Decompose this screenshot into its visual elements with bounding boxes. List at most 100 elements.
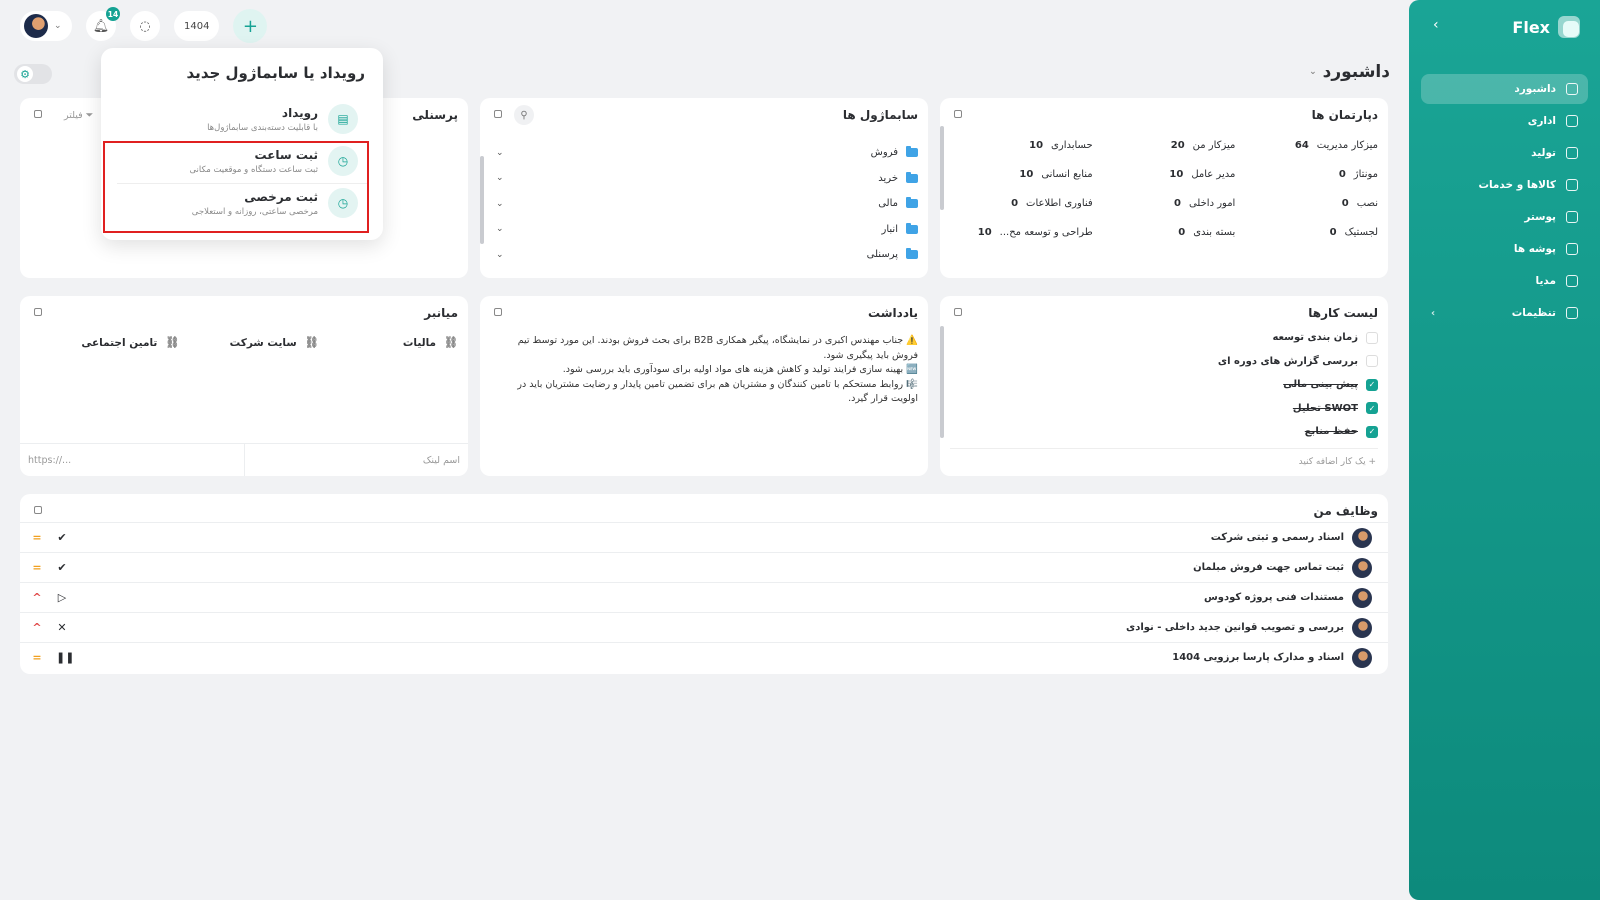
sidebar-item-media[interactable]: مدیا <box>1421 266 1588 296</box>
task-checkbox[interactable]: ✓ <box>1366 378 1378 391</box>
task-item[interactable]: زمان بندی توسعه <box>950 326 1378 350</box>
link-url-input[interactable]: https://... <box>20 444 244 476</box>
task-item[interactable]: ✓ تحلیل SWOT <box>950 397 1378 421</box>
status-icon[interactable]: ▷ <box>56 591 68 604</box>
shortcut-link[interactable]: ⛓ مالیات <box>319 336 458 349</box>
filter-button[interactable]: فیلتر ⏷ <box>64 110 93 121</box>
task-checkbox[interactable]: ✓ <box>1366 425 1378 438</box>
search-button[interactable]: ⚲ <box>514 105 534 125</box>
priority-icon[interactable]: = <box>32 651 42 664</box>
sidebar-item-settings[interactable]: تنظیمات ‹ <box>1421 298 1588 328</box>
chevron-down-icon[interactable]: ⌄ <box>496 224 504 234</box>
shortcut-link[interactable]: ⛓ سایت شرکت <box>179 336 319 349</box>
sidebar-item-production[interactable]: تولید <box>1421 138 1588 168</box>
option-subtitle: ثبت ساعت دستگاه و موقعیت مکانی <box>189 164 318 175</box>
card-select-checkbox[interactable] <box>34 308 42 316</box>
page-title[interactable]: ⌄ داشبورد <box>1309 62 1390 82</box>
register-leave-option[interactable]: ◷ ثبت مرخصی مرخصی ساعتی، روزانه و استعلاج… <box>121 184 358 222</box>
department-item[interactable]: 0 بسته بندی <box>1093 227 1235 238</box>
task-row[interactable]: مستندات فنی پروژه کودوس ^ ▷ <box>20 582 1388 612</box>
scrollbar[interactable] <box>480 156 484 244</box>
status-icon[interactable]: ❚❚ <box>56 651 74 664</box>
new-event-option[interactable]: ▤ رویداد با قابلیت دسته‌بندی سابماژول‌ها <box>121 100 358 138</box>
note-text[interactable]: ⚠️ جناب مهندس اکبری در نمایشگاه، پیگیر ه… <box>498 334 918 407</box>
priority-icon[interactable]: = <box>32 561 42 574</box>
chevron-down-icon[interactable]: ⌄ <box>496 148 504 158</box>
collapse-sidebar-icon[interactable]: ‹ <box>1433 17 1439 33</box>
task-row[interactable]: اسناد رسمی و ثبتی شرکت = ✔ <box>20 522 1388 552</box>
department-item[interactable]: 10 حسابداری <box>950 140 1093 151</box>
task-row[interactable]: بررسی و تصویب قوانین جدید داخلی - نوادی ^… <box>20 612 1388 642</box>
brand-mark-icon <box>1558 16 1580 38</box>
user-menu[interactable]: ⌄ <box>20 11 72 41</box>
chevron-down-icon[interactable]: ⌄ <box>496 199 504 209</box>
chat-button[interactable]: ◌ <box>130 11 160 41</box>
department-item[interactable]: 64 میزکار مدیریت <box>1235 140 1378 151</box>
notifications-button[interactable]: 🔔︎ 14 <box>86 7 120 41</box>
card-select-checkbox[interactable] <box>34 110 42 118</box>
department-item[interactable]: 10 طراحی و توسعه مح... <box>950 227 1093 238</box>
department-item[interactable]: 0 لجستیک <box>1235 227 1378 238</box>
card-select-checkbox[interactable] <box>34 506 42 514</box>
submodule-item[interactable]: پرسنلی ⌄ <box>490 242 918 268</box>
link-name-input[interactable]: اسم لینک <box>243 444 469 476</box>
task-item[interactable]: بررسی گزارش های دوره ای <box>950 350 1378 374</box>
department-item[interactable]: 0 فناوری اطلاعات <box>950 198 1093 209</box>
sidebar-item-office[interactable]: اداری <box>1421 106 1588 136</box>
department-item[interactable]: 0 مونتاژ <box>1235 169 1378 180</box>
edit-mode-toggle[interactable]: ⚙ <box>14 64 52 84</box>
departments-grid: 64 میزکار مدیریت 20 میزکار من 10 حسابداری 0… <box>950 140 1378 238</box>
submodule-label: فروش <box>870 147 898 159</box>
shortcuts-card: میانبر ⛓ مالیات ⛓ سایت شرکت ⛓ تامین اجتماعی… <box>20 296 468 476</box>
register-time-option[interactable]: ◷ ثبت ساعت ثبت ساعت دستگاه و موقعیت مکانی <box>121 142 358 180</box>
plus-icon: + <box>242 15 258 37</box>
link-form: https://... اسم لینک <box>20 443 468 476</box>
submodule-item[interactable]: فروش ⌄ <box>490 140 918 166</box>
scrollbar[interactable] <box>940 326 944 438</box>
option-title: رویداد <box>281 105 318 120</box>
submodule-item[interactable]: مالی ⌄ <box>490 191 918 217</box>
task-label: بررسی گزارش های دوره ای <box>1217 355 1358 367</box>
task-checkbox[interactable] <box>1366 331 1378 344</box>
priority-icon[interactable]: ^ <box>32 591 42 604</box>
task-name: بررسی و تصویب قوانین جدید داخلی - نوادی <box>1126 622 1344 633</box>
department-item[interactable]: 10 منابع انسانی <box>950 169 1092 180</box>
chevron-down-icon[interactable]: ⌄ <box>496 250 504 260</box>
sidebar-item-goods[interactable]: کالاها و خدمات <box>1421 170 1588 200</box>
department-item[interactable]: 0 نصب <box>1235 198 1378 209</box>
priority-icon[interactable]: = <box>32 531 42 544</box>
department-item[interactable]: 20 میزکار من <box>1093 140 1236 151</box>
priority-icon[interactable]: ^ <box>32 621 42 634</box>
submodule-item[interactable]: انبار ⌄ <box>490 217 918 243</box>
task-name: مستندات فنی پروژه کودوس <box>1203 592 1344 603</box>
add-task-button[interactable]: یک کار اضافه کنید + <box>950 448 1378 467</box>
status-icon[interactable]: ✔ <box>56 531 68 544</box>
department-item[interactable]: 10 مدیر عامل <box>1093 169 1235 180</box>
task-row[interactable]: ثبت تماس جهت فروش مبلمان = ✔ <box>20 552 1388 582</box>
task-item[interactable]: ✓ پیش بینی مالی <box>950 373 1378 397</box>
task-checkbox[interactable] <box>1366 355 1378 368</box>
task-row[interactable]: اسناد و مدارک پارسا برزویی 1404 = ❚❚ <box>20 642 1388 672</box>
submodule-label: مالی <box>878 198 898 210</box>
factory-icon <box>1566 147 1578 159</box>
shortcut-link[interactable]: ⛓ تامین اجتماعی <box>40 336 179 349</box>
brand-logo[interactable]: Flex <box>1512 16 1580 38</box>
folder-icon <box>906 222 918 234</box>
department-item[interactable]: 0 امور داخلی <box>1093 198 1235 209</box>
status-icon[interactable]: ✔ <box>56 561 68 574</box>
card-select-checkbox[interactable] <box>494 308 502 316</box>
card-select-checkbox[interactable] <box>494 110 502 118</box>
task-item[interactable]: ✓ حفظ منابع <box>950 420 1378 444</box>
submodule-item[interactable]: خرید ⌄ <box>490 166 918 192</box>
year-selector[interactable]: 1404 <box>174 11 220 41</box>
sidebar-item-folders[interactable]: پوشه ها <box>1421 234 1588 264</box>
sidebar-item-poster[interactable]: پوستر <box>1421 202 1588 232</box>
chevron-down-icon[interactable]: ⌄ <box>496 173 504 183</box>
add-new-button[interactable]: + <box>233 9 268 43</box>
sidebar-item-dashboard[interactable]: داشبورد <box>1421 74 1588 104</box>
card-select-checkbox[interactable] <box>954 110 962 118</box>
status-icon[interactable]: ✕ <box>56 621 68 634</box>
scrollbar[interactable] <box>940 126 944 210</box>
task-checkbox[interactable]: ✓ <box>1366 402 1378 415</box>
card-select-checkbox[interactable] <box>954 308 962 316</box>
